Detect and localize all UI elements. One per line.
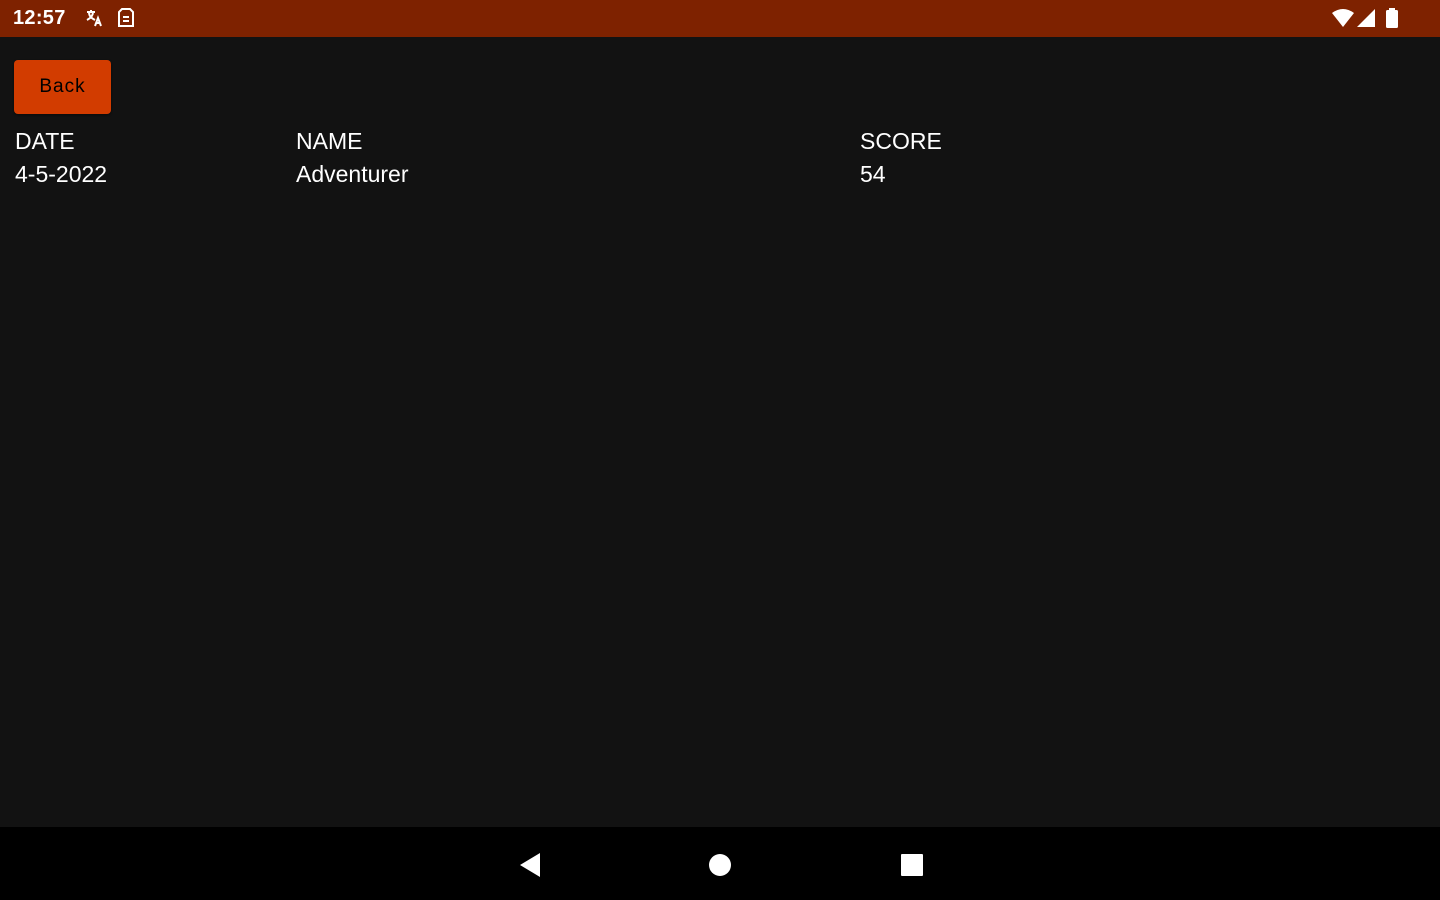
sim-card-icon — [117, 8, 137, 28]
cell-signal-icon — [1356, 8, 1376, 28]
column-header-date: DATE — [15, 128, 75, 154]
back-button[interactable]: Back — [14, 60, 111, 114]
battery-icon — [1385, 8, 1399, 28]
row-score-cell: 54 — [860, 161, 886, 187]
row-name-cell: Adventurer — [296, 161, 409, 187]
navigation-bar — [0, 827, 1440, 900]
main-content: Back DATE NAME SCORE 4-5-2022 Adventurer… — [0, 37, 1440, 827]
recents-square-icon[interactable] — [892, 845, 932, 885]
row-date-cell: 4-5-2022 — [15, 161, 108, 187]
wifi-icon — [1332, 8, 1354, 28]
home-circle-icon[interactable] — [700, 845, 740, 885]
column-header-score: SCORE — [860, 128, 942, 154]
back-triangle-icon[interactable] — [510, 845, 550, 885]
status-time: 12:57 — [13, 7, 66, 29]
translate-icon — [84, 8, 104, 28]
column-header-name: NAME — [296, 128, 363, 154]
status-bar: 12:57 — [0, 0, 1440, 37]
